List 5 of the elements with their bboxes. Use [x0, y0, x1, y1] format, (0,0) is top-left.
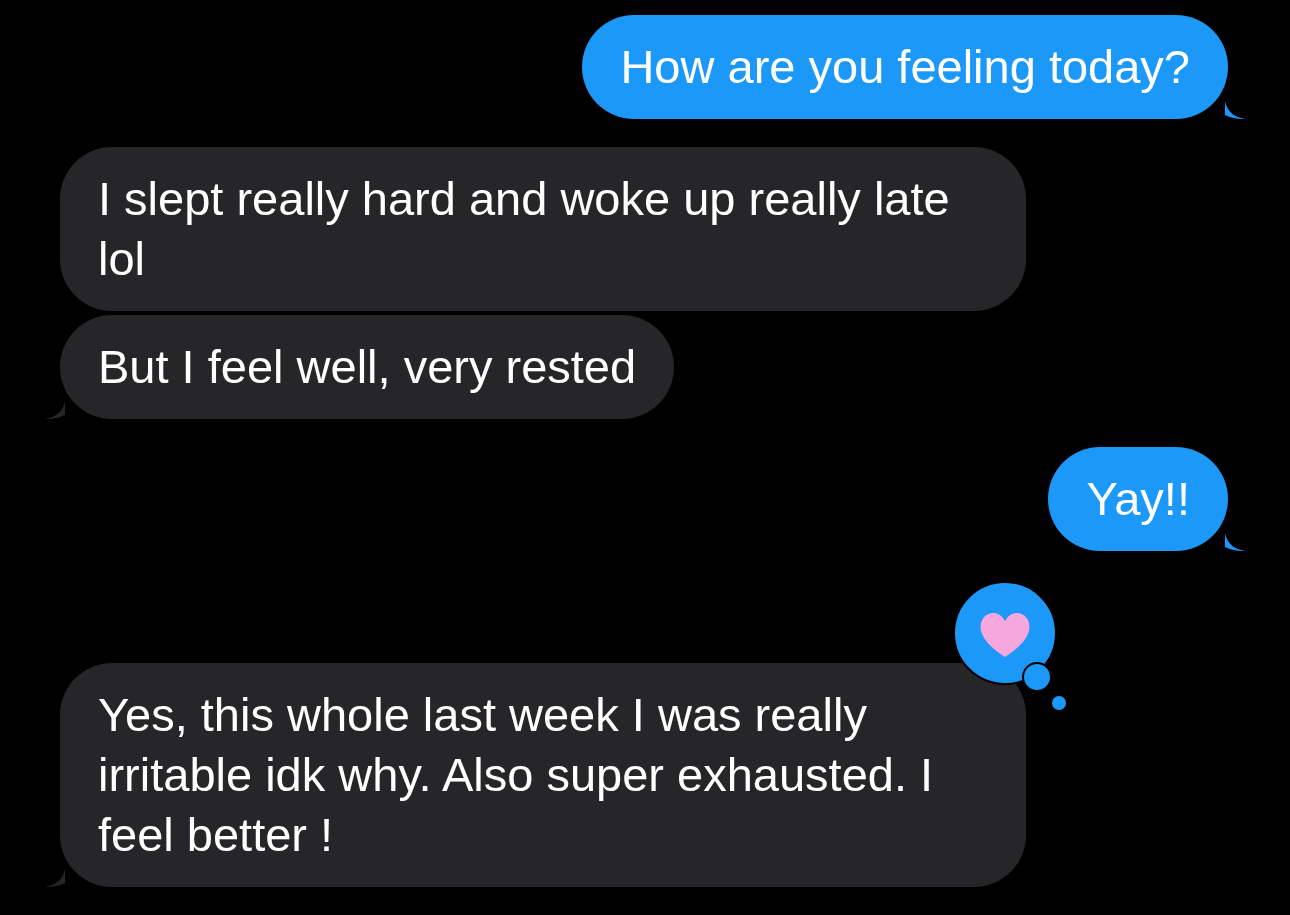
message-bubble: Yay!! [1048, 447, 1228, 551]
message-bubble: How are you feeling today? [582, 15, 1228, 119]
message-bubble: I slept really hard and woke up really late lol [60, 147, 1026, 311]
message-bubble: Yes, this whole last week I was really irritable idk why. Also super exhausted. I feel better ! [60, 663, 1026, 887]
message-bubble: But I feel well, very rested [60, 315, 675, 419]
